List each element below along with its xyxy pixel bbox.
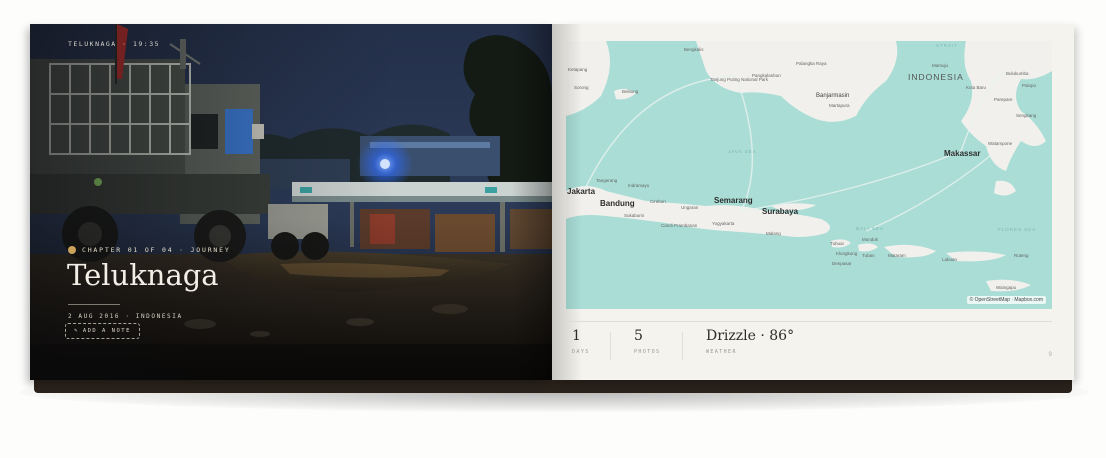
- map-label-cirebon: Cirebon: [650, 199, 666, 204]
- map-label-ungaran: Ungaran: [681, 205, 699, 210]
- stat-photos: 5 PHOTOS: [634, 328, 660, 355]
- map-label-belitung: Belitung: [622, 89, 639, 94]
- map-label-watampone: Watampone: [988, 141, 1013, 146]
- map-label-parepare: Parepare: [994, 97, 1013, 102]
- chapter-date-location: 2 AUG 2016 · INDONESIA: [68, 313, 183, 320]
- map-label-malang: Malang: [766, 231, 781, 236]
- map-label-country: INDONESIA: [908, 72, 964, 82]
- spine-shadow: [512, 24, 552, 380]
- stat-separator: [682, 332, 683, 360]
- stats-divider: [566, 321, 1052, 322]
- map-label-pangkalanbun: Pangkalanbun: [752, 73, 781, 78]
- map-label-bulukumba: Bulukumba: [1006, 71, 1029, 76]
- map-label-candi-prambanan: Candi Prambanan: [661, 223, 698, 228]
- stat-weather: Drizzle · 86° WEATHER: [706, 328, 794, 355]
- map-label-tangerang: Tangerang: [596, 178, 618, 183]
- map-label-sukabumi: Sukabumi: [624, 213, 645, 218]
- map-label-sengkang: Sengkang: [1016, 113, 1037, 118]
- stat-weather-value: Drizzle · 86°: [706, 328, 795, 344]
- map-label-palangka-raya: Palangka Raya: [796, 61, 827, 66]
- map-label-mondok: Mondok: [862, 237, 879, 242]
- map-label-bandung: Bandung: [600, 199, 635, 208]
- stat-photos-value: 5: [634, 328, 643, 344]
- route-map[interactable]: INDONESIA JAVA SEA BALI SEA FLORES SEA S…: [566, 41, 1052, 309]
- page-number: 9: [1048, 351, 1052, 358]
- map-label-tubuai: Tubuai: [830, 241, 844, 246]
- photo-location-time: TELUKNAGA · 19:35: [68, 40, 161, 48]
- map-label-makassar: Makassar: [944, 149, 981, 158]
- map-label-tuban: Tuban: [862, 253, 875, 258]
- map-label-bali-sea: BALI SEA: [856, 226, 885, 231]
- map-label-bengkalis: Bengkalis: [684, 47, 704, 52]
- map-label-palopo: Palopo: [1022, 83, 1037, 88]
- stat-days-label: DAYS: [572, 349, 590, 355]
- map-label-klungkung: Klungkung: [836, 251, 858, 256]
- map-label-indramayu: Indramayu: [628, 183, 650, 188]
- map-label-flores-sea: FLORES SEA: [998, 227, 1037, 232]
- add-note-button[interactable]: ✎ ADD A NOTE: [65, 323, 140, 339]
- chapter-text: CHAPTER 01 OF 04 · JOURNEY: [82, 246, 231, 254]
- map-label-labuan: Labuan: [942, 257, 958, 262]
- map-label-semarang: Semarang: [714, 196, 753, 205]
- map-label-martapura: Martapura: [829, 103, 850, 108]
- chapter-dot-icon: [68, 246, 76, 254]
- map-label-mamuju: Mamuju: [932, 63, 949, 68]
- map-label-denpasar: Denpasar: [832, 261, 852, 266]
- spine-shadow-right: [552, 24, 582, 380]
- right-page-map: INDONESIA JAVA SEA BALI SEA FLORES SEA S…: [552, 24, 1074, 380]
- map-label-waingapu: Waingapu: [996, 285, 1017, 290]
- stat-separator: [610, 332, 611, 360]
- map-label-mataram: Mataram: [888, 253, 906, 258]
- map-label-yogyakarta: Yogyakarta: [712, 221, 735, 226]
- map-label-ruteng: Ruteng: [1014, 253, 1029, 258]
- stat-days-value: 1: [572, 328, 581, 344]
- map-label-strait: STRAIT: [936, 43, 959, 48]
- pencil-icon: ✎: [74, 328, 79, 334]
- left-page-photo: TELUKNAGA · 19:35 CHAPTER 01 OF 04 · JOU…: [30, 24, 552, 380]
- chapter-title: Teluknaga: [67, 258, 219, 292]
- stat-days: 1 DAYS: [572, 328, 590, 355]
- stat-photos-label: PHOTOS: [634, 349, 661, 355]
- map-label-surabaya: Surabaya: [762, 207, 799, 216]
- stat-weather-label: WEATHER: [706, 349, 737, 355]
- map-label-kota-baru: Kota Baru: [966, 85, 987, 90]
- map-label-banjarmasin: Banjarmasin: [816, 93, 850, 99]
- add-note-label: ADD A NOTE: [82, 328, 131, 334]
- chapter-label: CHAPTER 01 OF 04 · JOURNEY: [68, 246, 231, 254]
- map-canvas: [566, 41, 1052, 309]
- title-divider: [68, 304, 120, 305]
- map-label-java-sea: JAVA SEA: [728, 149, 757, 154]
- map-attribution[interactable]: © OpenStreetMap · Mapbox.com: [966, 296, 1046, 304]
